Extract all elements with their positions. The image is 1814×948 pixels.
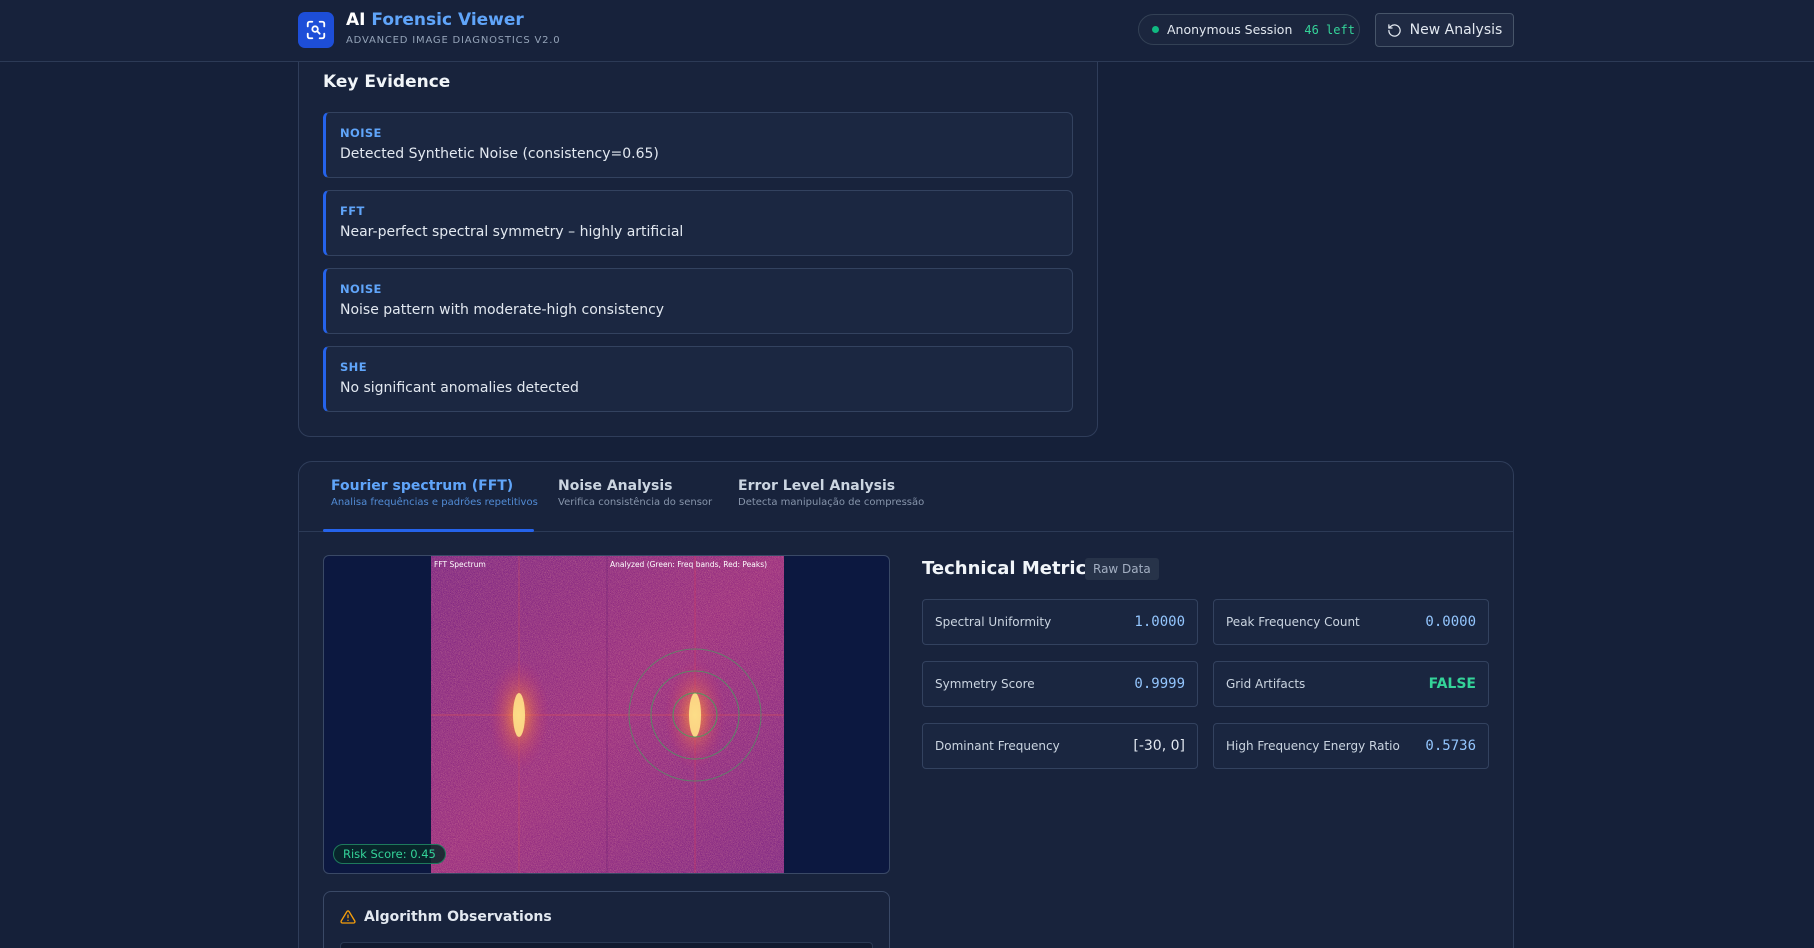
brand-prefix: AI bbox=[346, 10, 366, 30]
raw-data-button[interactable]: Raw Data bbox=[1085, 558, 1159, 580]
algorithm-observations-card: Algorithm Observations bbox=[323, 891, 890, 948]
app-header: AI Forensic Viewer ADVANCED IMAGE DIAGNO… bbox=[0, 0, 1814, 62]
evidence-tag: SHE bbox=[340, 360, 367, 374]
metric-value: 0.9999 bbox=[1134, 676, 1185, 692]
rotate-ccw-icon bbox=[1387, 23, 1401, 37]
metric-value: 0.0000 bbox=[1425, 614, 1476, 630]
evidence-tag: NOISE bbox=[340, 126, 382, 140]
session-status: Anonymous Session 46 left bbox=[1138, 14, 1360, 45]
metric-label: Spectral Uniformity bbox=[935, 615, 1052, 629]
evidence-text: No significant anomalies detected bbox=[340, 380, 579, 396]
tab-subtitle: Analisa frequências e padrões repetitivo… bbox=[331, 497, 538, 508]
tab-label: Error Level Analysis bbox=[738, 478, 896, 494]
tab-error-level-analysis[interactable]: Error Level Analysis Detecta manipulação… bbox=[738, 478, 924, 508]
evidence-tag: FFT bbox=[340, 204, 365, 218]
evidence-item: SHE No significant anomalies detected bbox=[323, 346, 1073, 412]
tab-noise-analysis[interactable]: Noise Analysis Verifica consistência do … bbox=[558, 478, 712, 508]
metric-grid-artifacts: Grid Artifacts FALSE bbox=[1213, 661, 1489, 707]
metric-label: Dominant Frequency bbox=[935, 739, 1060, 753]
fft-spectrum-image bbox=[431, 556, 784, 873]
scan-search-icon bbox=[306, 20, 326, 40]
session-label: Anonymous Session bbox=[1167, 22, 1293, 37]
tab-subtitle: Detecta manipulação de compressão bbox=[738, 497, 925, 508]
new-analysis-button[interactable]: New Analysis bbox=[1375, 13, 1514, 47]
new-analysis-label: New Analysis bbox=[1409, 22, 1503, 38]
metric-value: 1.0000 bbox=[1134, 614, 1185, 630]
brand-subtitle: ADVANCED IMAGE DIAGNOSTICS V2.0 bbox=[346, 35, 561, 46]
algorithm-observations-title: Algorithm Observations bbox=[364, 909, 552, 925]
evidence-text: Detected Synthetic Noise (consistency=0.… bbox=[340, 146, 659, 162]
metric-value: FALSE bbox=[1428, 676, 1476, 692]
brand-title: AI Forensic Viewer bbox=[346, 10, 524, 30]
metric-value: 0.5736 bbox=[1425, 738, 1476, 754]
metric-label: High Frequency Energy Ratio bbox=[1226, 739, 1400, 753]
evidence-tag: NOISE bbox=[340, 282, 382, 296]
fft-viewer[interactable]: FFT Spectrum Analyzed (Green: Freq bands… bbox=[323, 555, 890, 874]
brand-name: Forensic Viewer bbox=[371, 10, 524, 30]
tab-label: Fourier spectrum (FFT) bbox=[331, 478, 514, 494]
evidence-text: Near-perfect spectral symmetry – highly … bbox=[340, 224, 684, 240]
fft-left-label: FFT Spectrum bbox=[434, 560, 486, 569]
active-tab-indicator bbox=[323, 529, 534, 532]
metric-dominant-frequency: Dominant Frequency [-30, 0] bbox=[922, 723, 1198, 769]
evidence-item: NOISE Noise pattern with moderate-high c… bbox=[323, 268, 1073, 334]
metric-spectral-uniformity: Spectral Uniformity 1.0000 bbox=[922, 599, 1198, 645]
warning-triangle-icon bbox=[340, 910, 356, 924]
status-dot-icon bbox=[1152, 26, 1159, 33]
key-evidence-title: Key Evidence bbox=[323, 72, 451, 92]
app-logo bbox=[298, 12, 334, 48]
tab-label: Noise Analysis bbox=[558, 478, 673, 494]
evidence-text: Noise pattern with moderate-high consist… bbox=[340, 302, 665, 318]
evidence-item: NOISE Detected Synthetic Noise (consiste… bbox=[323, 112, 1073, 178]
metric-label: Grid Artifacts bbox=[1226, 677, 1306, 691]
metric-label: Peak Frequency Count bbox=[1226, 615, 1360, 629]
fft-right-label: Analyzed (Green: Freq bands, Red: Peaks) bbox=[610, 560, 768, 569]
tab-fft[interactable]: Fourier spectrum (FFT) Analisa frequênci… bbox=[331, 478, 538, 508]
technical-metrics-title: Technical Metrics bbox=[922, 558, 1097, 579]
session-remaining: 46 left bbox=[1304, 22, 1355, 37]
metric-peak-frequency-count: Peak Frequency Count 0.0000 bbox=[1213, 599, 1489, 645]
metric-value: [-30, 0] bbox=[1133, 738, 1185, 754]
evidence-item: FFT Near-perfect spectral symmetry – hig… bbox=[323, 190, 1073, 256]
risk-score-badge: Risk Score: 0.45 bbox=[333, 844, 446, 864]
metric-high-frequency-energy-ratio: High Frequency Energy Ratio 0.5736 bbox=[1213, 723, 1489, 769]
metric-label: Symmetry Score bbox=[935, 677, 1035, 691]
observations-content bbox=[340, 942, 873, 948]
tab-subtitle: Verifica consistência do sensor bbox=[558, 497, 713, 508]
metric-symmetry-score: Symmetry Score 0.9999 bbox=[922, 661, 1198, 707]
